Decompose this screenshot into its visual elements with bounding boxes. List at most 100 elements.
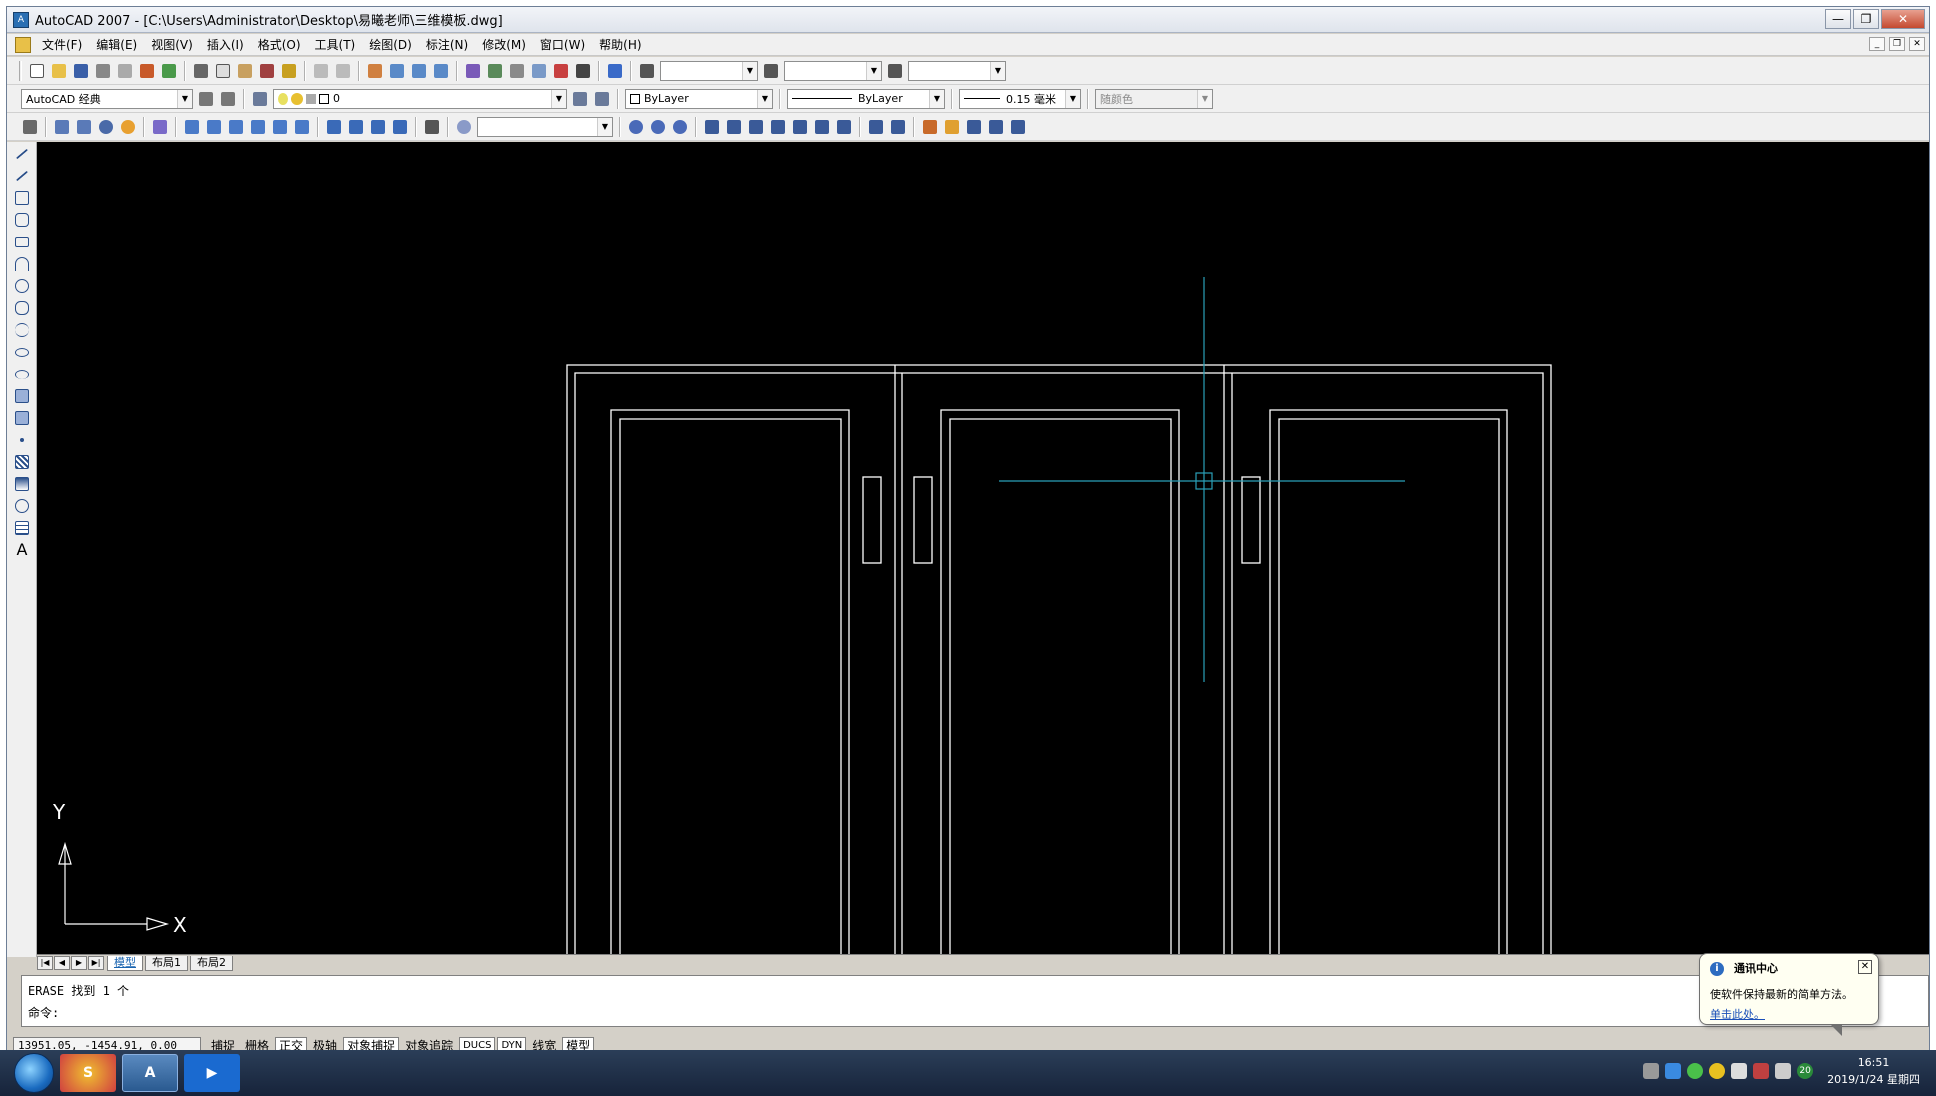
menu-modify[interactable]: 修改(M) [475, 36, 533, 53]
view-right-icon[interactable] [248, 117, 268, 137]
design-center-icon[interactable] [485, 61, 505, 81]
rectangle-icon[interactable] [11, 232, 33, 252]
hatch-icon[interactable] [11, 452, 33, 472]
redo-icon[interactable] [333, 61, 353, 81]
save-icon[interactable] [71, 61, 91, 81]
shade-icon[interactable] [118, 117, 138, 137]
zoom-realtime-icon[interactable] [387, 61, 407, 81]
check-icon[interactable] [964, 117, 984, 137]
doc-close-button[interactable]: ✕ [1909, 37, 1925, 51]
text-style-icon[interactable] [637, 61, 657, 81]
polygon-icon[interactable] [11, 210, 33, 230]
insert-block-icon[interactable] [11, 386, 33, 406]
circle-icon[interactable] [11, 276, 33, 296]
menu-draw[interactable]: 绘图(D) [362, 36, 419, 53]
toolbar-grip[interactable] [19, 60, 22, 81]
gradient-icon[interactable] [11, 474, 33, 494]
security-icon[interactable] [1709, 1063, 1726, 1079]
properties-icon[interactable] [463, 61, 483, 81]
workspace-select[interactable]: AutoCAD 经典 ▼ [21, 88, 193, 109]
view-left-icon[interactable] [226, 117, 246, 137]
command-window[interactable]: ERASE 找到 1 个 命令: [21, 975, 1929, 1027]
print-icon[interactable] [93, 61, 113, 81]
point-icon[interactable] [11, 430, 33, 450]
offset-faces-icon[interactable] [746, 117, 766, 137]
recorder-app-icon[interactable]: ▶ [184, 1054, 240, 1092]
view-bottom-icon[interactable] [204, 117, 224, 137]
lineweight-select[interactable]: 0.15 毫米 ▼ [959, 88, 1081, 109]
linetype-select[interactable]: ByLayer ▼ [787, 88, 945, 109]
slice-icon[interactable] [986, 117, 1006, 137]
arc-icon[interactable] [11, 254, 33, 274]
clean-icon[interactable] [888, 117, 908, 137]
workspace-settings-icon[interactable] [196, 89, 216, 109]
layer-select[interactable]: 0 ▼ [273, 88, 567, 109]
spline-icon[interactable] [11, 320, 33, 340]
extrude-faces-icon[interactable] [702, 117, 722, 137]
menu-insert[interactable]: 插入(I) [200, 36, 251, 53]
new-icon[interactable] [27, 61, 47, 81]
open-icon[interactable] [49, 61, 69, 81]
my-workspace-icon[interactable] [218, 89, 238, 109]
visual-style-select[interactable]: ▼ [477, 116, 613, 137]
menu-format[interactable]: 格式(O) [251, 36, 308, 53]
sheet-set-icon[interactable] [529, 61, 549, 81]
network-icon[interactable] [1775, 1063, 1792, 1079]
prev-tab-button[interactable]: ◀ [54, 956, 70, 970]
view-back-icon[interactable] [292, 117, 312, 137]
publish-icon[interactable] [137, 61, 157, 81]
menu-file[interactable]: 文件(F) [35, 36, 89, 53]
3d-dwf-icon[interactable] [159, 61, 179, 81]
copy-icon[interactable] [213, 61, 233, 81]
sphere-icon[interactable] [96, 117, 116, 137]
menu-dimension[interactable]: 标注(N) [419, 36, 475, 53]
render-icon[interactable] [150, 117, 170, 137]
title-bar[interactable]: A AutoCAD 2007 - [C:\Users\Administrator… [7, 7, 1929, 33]
document-icon[interactable] [15, 36, 31, 53]
restore-button[interactable]: ❐ [1853, 9, 1879, 29]
menu-help[interactable]: 帮助(H) [592, 36, 648, 53]
camera-icon[interactable] [422, 117, 442, 137]
view-top-icon[interactable] [182, 117, 202, 137]
multiline-text-icon[interactable]: A [11, 540, 33, 560]
cut-icon[interactable] [191, 61, 211, 81]
union-icon[interactable] [626, 117, 646, 137]
notification-badge[interactable]: 20 [1797, 1063, 1814, 1079]
autocad-app-icon[interactable]: A [13, 11, 29, 28]
make-current-layer-icon[interactable] [570, 89, 590, 109]
table-icon[interactable] [11, 518, 33, 538]
copy-faces-icon[interactable] [834, 117, 854, 137]
player-app-icon[interactable]: S [60, 1054, 116, 1092]
wechat-icon[interactable] [1687, 1063, 1704, 1079]
subtract-icon[interactable] [648, 117, 668, 137]
block-editor-icon[interactable] [279, 61, 299, 81]
close-button[interactable]: ✕ [1881, 9, 1925, 29]
section-icon[interactable] [1008, 117, 1028, 137]
move-faces-icon[interactable] [724, 117, 744, 137]
zoom-previous-icon[interactable] [431, 61, 451, 81]
rotate-faces-icon[interactable] [790, 117, 810, 137]
doc-minimize-button[interactable]: _ [1869, 37, 1885, 51]
visual-style-icon[interactable] [454, 117, 474, 137]
view-front-icon[interactable] [270, 117, 290, 137]
table-style-icon[interactable] [885, 61, 905, 81]
shell-icon[interactable] [942, 117, 962, 137]
network-app-icon[interactable] [1665, 1063, 1682, 1079]
help-icon[interactable] [605, 61, 625, 81]
markup-icon[interactable] [551, 61, 571, 81]
construction-line-icon[interactable] [11, 166, 33, 186]
menu-edit[interactable]: 编辑(E) [89, 36, 144, 53]
autocad-taskbar-icon[interactable]: A [122, 1054, 178, 1092]
layer-manager-icon[interactable] [250, 89, 270, 109]
region-icon[interactable] [11, 496, 33, 516]
volume-icon[interactable] [1731, 1063, 1748, 1079]
tab-layout1[interactable]: 布局1 [145, 955, 188, 971]
taskbar-clock[interactable]: 16:51 2019/1/24 星期四 [1827, 1054, 1920, 1088]
line-icon[interactable] [11, 144, 33, 164]
drawing-canvas[interactable]: Y X [37, 142, 1929, 954]
command-prompt[interactable]: 命令: [28, 1002, 1922, 1024]
taper-faces-icon[interactable] [812, 117, 832, 137]
paste-icon[interactable] [235, 61, 255, 81]
box-icon[interactable] [52, 117, 72, 137]
last-tab-button[interactable]: ▶| [88, 956, 104, 970]
